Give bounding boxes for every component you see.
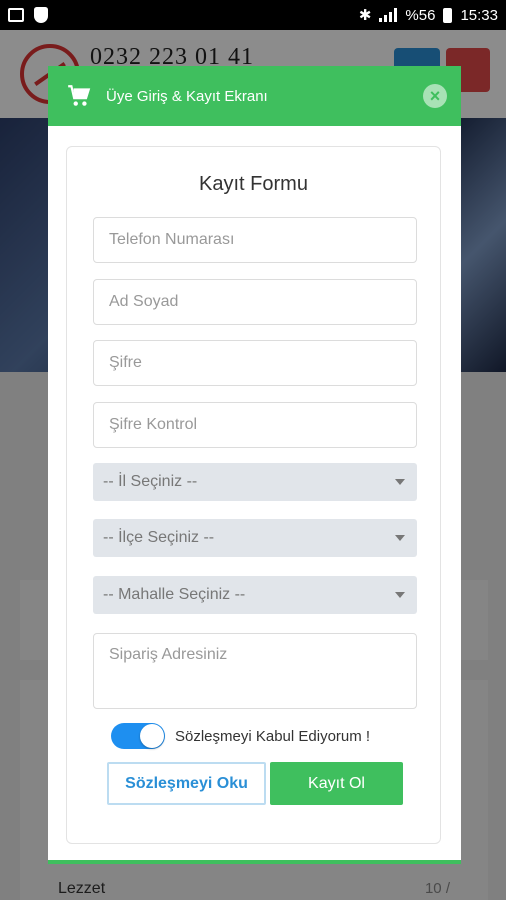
neighborhood-select-value: -- Mahalle Seçiniz -- bbox=[103, 586, 246, 603]
login-register-modal: Üye Giriş & Kayıt Ekranı × Kayıt Formu T… bbox=[48, 66, 461, 864]
city-select[interactable]: -- İl Seçiniz -- bbox=[93, 463, 417, 501]
address-textarea[interactable]: Sipariş Adresiniz bbox=[93, 633, 417, 709]
battery-percent: %56 bbox=[405, 6, 436, 24]
agreement-label: Sözleşmeyi Kabul Ediyorum ! bbox=[175, 727, 371, 745]
shield-notification-icon bbox=[34, 7, 48, 23]
battery-icon bbox=[443, 7, 453, 23]
gallery-notification-icon bbox=[8, 8, 24, 22]
agreement-row: Sözleşmeyi Kabul Ediyorum ! bbox=[111, 723, 370, 749]
signal-icon bbox=[379, 8, 398, 22]
district-select-value: -- İlçe Seçiniz -- bbox=[103, 529, 215, 546]
register-button[interactable]: Kayıt Ol bbox=[270, 762, 403, 805]
chevron-down-icon bbox=[395, 479, 405, 485]
district-select[interactable]: -- İlçe Seçiniz -- bbox=[93, 519, 417, 557]
phone-input[interactable]: Telefon Numarası bbox=[93, 217, 417, 263]
cart-icon bbox=[68, 85, 91, 106]
bluetooth-icon: ✱ bbox=[358, 7, 372, 24]
close-icon[interactable]: × bbox=[423, 84, 447, 108]
password-input[interactable]: Şifre bbox=[93, 340, 417, 386]
register-form: Kayıt Formu Telefon Numarası Ad Soyad Şi… bbox=[66, 146, 441, 844]
city-select-value: -- İl Seçiniz -- bbox=[103, 473, 198, 490]
read-agreement-button[interactable]: Sözleşmeyi Oku bbox=[107, 762, 266, 805]
modal-title: Üye Giriş & Kayıt Ekranı bbox=[106, 87, 268, 105]
modal-header: Üye Giriş & Kayıt Ekranı × bbox=[48, 66, 461, 126]
status-bar: ✱ %56 15:33 bbox=[0, 0, 506, 30]
neighborhood-select[interactable]: -- Mahalle Seçiniz -- bbox=[93, 576, 417, 614]
chevron-down-icon bbox=[395, 592, 405, 598]
clock: 15:33 bbox=[460, 6, 498, 24]
name-input[interactable]: Ad Soyad bbox=[93, 279, 417, 325]
form-title: Kayıt Formu bbox=[199, 173, 308, 195]
chevron-down-icon bbox=[395, 535, 405, 541]
password-confirm-input[interactable]: Şifre Kontrol bbox=[93, 402, 417, 448]
agreement-toggle[interactable] bbox=[111, 723, 165, 749]
